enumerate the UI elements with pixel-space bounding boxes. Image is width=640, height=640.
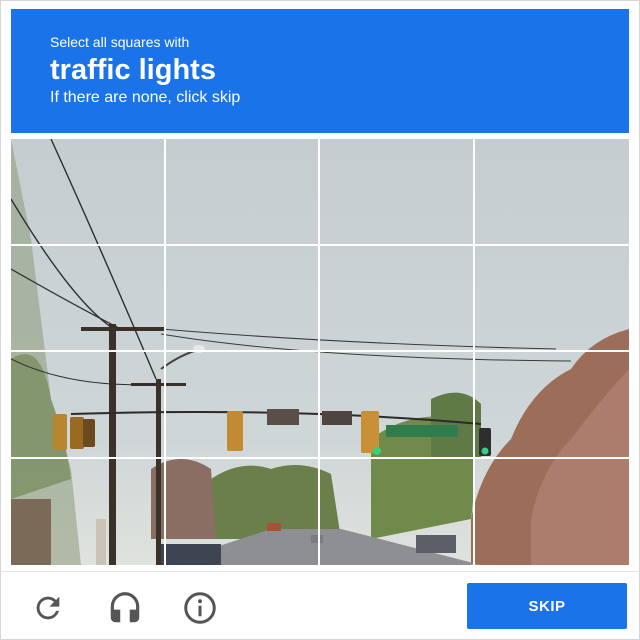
- audio-challenge-button[interactable]: [105, 588, 145, 628]
- captcha-image-grid: [11, 139, 629, 565]
- headphones-icon: [110, 592, 140, 623]
- hint-text: If there are none, click skip: [50, 89, 241, 106]
- image-tile-r1-c4[interactable]: [474, 139, 629, 246]
- image-tile-r4-c1[interactable]: [11, 458, 166, 565]
- image-tile-r3-c1[interactable]: [11, 352, 166, 459]
- tile-grid: [11, 139, 629, 565]
- image-tile-r3-c3[interactable]: [320, 352, 475, 459]
- help-button[interactable]: [180, 588, 220, 628]
- image-tile-r2-c3[interactable]: [320, 245, 475, 352]
- image-tile-r4-c2[interactable]: [166, 458, 320, 565]
- image-tile-r4-c4[interactable]: [475, 459, 630, 566]
- image-tile-r3-c2[interactable]: [165, 352, 320, 459]
- captcha-footer: SKIP: [0, 571, 640, 640]
- image-tile-r3-c4[interactable]: [474, 352, 629, 459]
- instruction-text: Select all squares with: [50, 34, 190, 50]
- image-tile-r1-c2[interactable]: [165, 139, 320, 246]
- target-object-text: traffic lights: [50, 54, 216, 86]
- image-tile-r1-c1[interactable]: [11, 139, 166, 246]
- image-tile-r1-c3[interactable]: [320, 139, 475, 246]
- skip-button[interactable]: SKIP: [467, 583, 627, 629]
- image-tile-r4-c3[interactable]: [320, 458, 475, 565]
- image-tile-r2-c1[interactable]: [11, 245, 166, 352]
- info-icon: [184, 592, 216, 624]
- reload-icon: [36, 596, 60, 620]
- image-tile-r2-c4[interactable]: [474, 246, 629, 352]
- reload-button[interactable]: [28, 588, 68, 628]
- image-tile-r2-c2[interactable]: [165, 245, 320, 352]
- captcha-header: Select all squares with traffic lights I…: [11, 9, 629, 133]
